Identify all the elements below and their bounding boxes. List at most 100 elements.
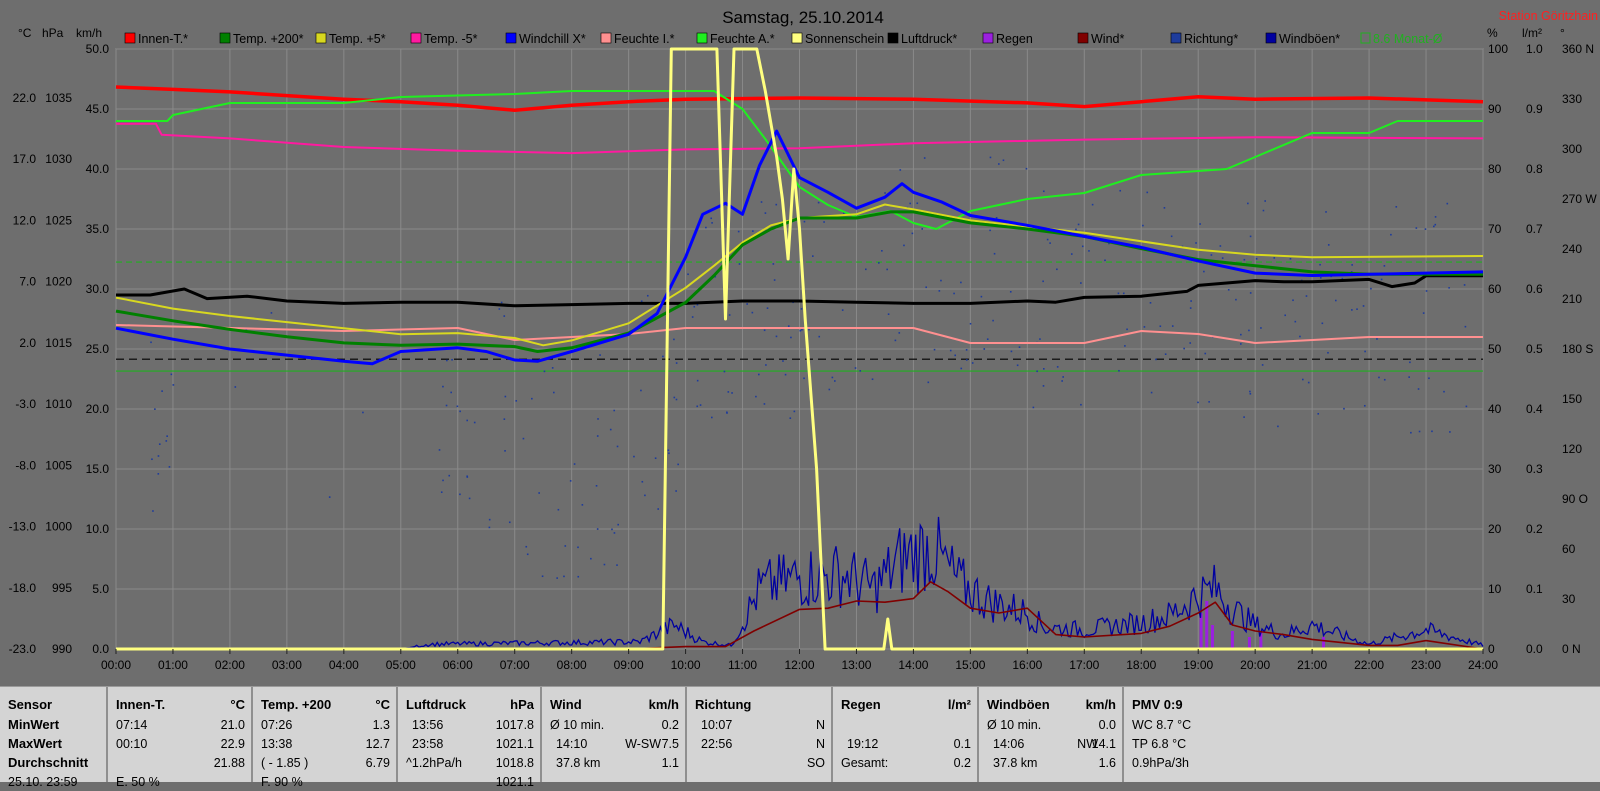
regen-total-value: 0.2 bbox=[953, 756, 971, 770]
x-tick-label: 18:00 bbox=[1126, 658, 1156, 672]
wind-direction-point bbox=[1056, 366, 1059, 368]
wind-direction-point bbox=[731, 392, 733, 394]
wind-direction-point bbox=[362, 411, 364, 414]
wind-direction-point bbox=[1126, 328, 1128, 331]
legend-swatch bbox=[982, 32, 994, 44]
wind-direction-point bbox=[1249, 390, 1251, 393]
wind-direction-point bbox=[992, 319, 994, 322]
sensor-header: Sensor bbox=[8, 697, 53, 712]
wind-direction-point bbox=[699, 404, 702, 406]
wind-direction-point bbox=[1433, 225, 1435, 228]
wind-direction-point bbox=[165, 440, 168, 442]
windboeen-title: Windböen bbox=[987, 697, 1050, 712]
wind-direction-point bbox=[459, 410, 461, 413]
wind-direction-point bbox=[765, 364, 767, 366]
wind-direction-point bbox=[154, 408, 156, 411]
luftdruck-trend: ^1.2hPa/h bbox=[406, 756, 462, 770]
wind-direction-point bbox=[1351, 309, 1353, 311]
wind-direction-point bbox=[998, 163, 1000, 165]
wind-direction-point bbox=[965, 359, 968, 361]
wind-direction-point bbox=[738, 263, 741, 265]
x-tick-label: 14:00 bbox=[898, 658, 928, 672]
wind-direction-point bbox=[577, 575, 580, 578]
wind-max-direction: W-SW bbox=[625, 737, 661, 751]
wind-direction-point bbox=[603, 563, 606, 566]
wind-direction-point bbox=[1235, 298, 1237, 301]
wind-direction-point bbox=[773, 279, 776, 281]
wind-direction-point bbox=[811, 255, 814, 257]
wind-direction-point bbox=[1408, 376, 1410, 378]
wind-direction-point bbox=[543, 370, 546, 373]
celsius-unit-label: °C bbox=[18, 26, 32, 40]
wind-direction-point bbox=[1383, 265, 1386, 267]
wind-direction-point bbox=[696, 379, 699, 382]
degree-tick-label: 240 bbox=[1562, 242, 1582, 256]
wind-direction-point bbox=[596, 435, 599, 437]
wind-direction-point bbox=[1415, 227, 1418, 229]
wind-direction-point bbox=[1042, 190, 1045, 193]
x-tick-label: 20:00 bbox=[1240, 658, 1270, 672]
richtung-avg-value: SO bbox=[806, 756, 825, 770]
wind-direction-point bbox=[828, 388, 831, 391]
wind-direction-point bbox=[1243, 416, 1245, 418]
wind-direction-point bbox=[854, 367, 857, 369]
rain-bar bbox=[1199, 613, 1203, 649]
windboeen-unit: km/h bbox=[1085, 697, 1116, 712]
wind-direction-point bbox=[166, 435, 168, 437]
wind-direction-point bbox=[790, 336, 792, 339]
degree-tick-label: 210 bbox=[1562, 292, 1582, 306]
wind-direction-point bbox=[1327, 244, 1330, 246]
wind-direction-point bbox=[881, 250, 883, 252]
wind-max-value: 7.5 bbox=[661, 737, 679, 751]
wind-direction-point bbox=[446, 359, 448, 362]
wind-direction-point bbox=[1464, 325, 1467, 328]
wind-direction-point bbox=[953, 292, 955, 295]
wind-direction-point bbox=[803, 377, 805, 380]
percent-unit-label: % bbox=[1487, 26, 1498, 40]
kmh-tick-label: 10.0 bbox=[86, 522, 110, 536]
wind-direction-point bbox=[577, 546, 579, 549]
wind-direction-point bbox=[1422, 312, 1425, 314]
wind-direction-point bbox=[609, 428, 612, 431]
wind-direction-point bbox=[772, 263, 775, 265]
wind-direction-point bbox=[557, 508, 560, 511]
wind-direction-point bbox=[1443, 390, 1445, 393]
x-tick-label: 11:00 bbox=[728, 658, 757, 672]
wind-direction-point bbox=[597, 418, 599, 420]
wind-direction-point bbox=[541, 575, 544, 578]
wind-direction-point bbox=[763, 403, 766, 405]
wind-direction-point bbox=[1431, 430, 1433, 433]
wind-direction-point bbox=[1104, 259, 1106, 262]
wind-direction-point bbox=[986, 338, 989, 340]
degree-tick-label: 360 N bbox=[1562, 42, 1594, 56]
temp200-max-value: 12.7 bbox=[365, 737, 390, 751]
legend-label: Richtung* bbox=[1184, 32, 1238, 46]
innen-min-time: 07:14 bbox=[116, 718, 148, 732]
wind-direction-point bbox=[270, 312, 273, 314]
wind-direction-point bbox=[1025, 167, 1028, 170]
x-tick-label: 00:00 bbox=[101, 658, 131, 672]
wind-title: Wind bbox=[550, 697, 582, 712]
legend-swatch bbox=[124, 32, 136, 44]
degree-tick-label: 30 bbox=[1562, 592, 1576, 606]
x-tick-label: 13:00 bbox=[841, 658, 871, 672]
wind-direction-point bbox=[775, 335, 778, 338]
wind-direction-point bbox=[1042, 385, 1045, 387]
wind-direction-point bbox=[752, 230, 754, 232]
degree-tick-label: 120 bbox=[1562, 442, 1582, 456]
wind-direction-point bbox=[1164, 353, 1167, 355]
legend-swatch bbox=[505, 32, 517, 44]
luftdruck-partial: 1021.1 bbox=[495, 775, 534, 789]
lm2-tick-label: 0.1 bbox=[1526, 582, 1543, 596]
wind-direction-point bbox=[508, 521, 511, 524]
wind-direction-point bbox=[1249, 235, 1252, 238]
hpa-tick-label: 1005 bbox=[45, 458, 72, 472]
wind-direction-point bbox=[1043, 367, 1045, 370]
wind-direction-point bbox=[1428, 377, 1430, 380]
pmv-dewpoint: TP 6.8 °C bbox=[1132, 737, 1187, 751]
wind-direction-point bbox=[595, 485, 598, 487]
wind-direction-point bbox=[1264, 200, 1266, 202]
wind-direction-point bbox=[448, 474, 451, 477]
percent-tick-label: 40 bbox=[1488, 402, 1502, 416]
wind-direction-point bbox=[980, 295, 983, 298]
